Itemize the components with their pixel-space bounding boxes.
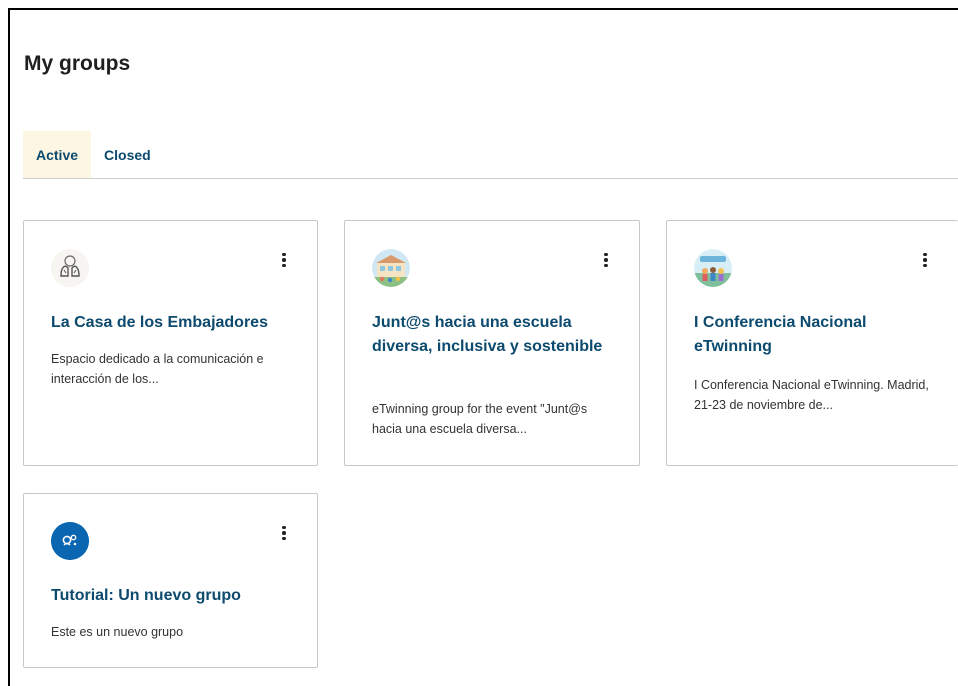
group-tabs: Active Closed xyxy=(23,131,958,179)
group-card[interactable]: Tutorial: Un nuevo grupo Este es un nuev… xyxy=(23,493,318,668)
window-border-left xyxy=(8,8,10,686)
group-default-icon xyxy=(51,522,89,560)
hands-emblem-logo-icon xyxy=(51,249,89,287)
page-title: My groups xyxy=(24,52,131,75)
group-card[interactable]: I Conferencia Nacional eTwinning I Confe… xyxy=(666,220,958,466)
more-options-icon[interactable] xyxy=(277,524,291,542)
group-title[interactable]: I Conferencia Nacional eTwinning xyxy=(694,311,898,359)
window-border-top xyxy=(8,8,958,10)
group-description: I Conferencia Nacional eTwinning. Madrid… xyxy=(694,378,929,412)
group-title[interactable]: La Casa de los Embajadores xyxy=(51,311,297,335)
school-illustration-icon xyxy=(372,249,410,287)
tab-closed[interactable]: Closed xyxy=(91,131,164,178)
group-title[interactable]: Tutorial: Un nuevo grupo xyxy=(51,584,297,608)
group-title[interactable]: Junt@s hacia una escuela diversa, inclus… xyxy=(372,311,619,359)
conference-illustration-icon xyxy=(694,249,732,287)
tab-active[interactable]: Active xyxy=(23,131,92,178)
group-description: eTwinning group for the event "Junt@s ha… xyxy=(372,402,588,436)
group-card[interactable]: Junt@s hacia una escuela diversa, inclus… xyxy=(344,220,640,466)
more-options-icon[interactable] xyxy=(918,251,932,269)
more-options-icon[interactable] xyxy=(599,251,613,269)
more-options-icon[interactable] xyxy=(277,251,291,269)
group-description: Este es un nuevo grupo xyxy=(51,625,184,639)
group-description: Espacio dedicado a la comunicación e int… xyxy=(51,352,264,386)
group-card[interactable]: La Casa de los Embajadores Espacio dedic… xyxy=(23,220,318,466)
